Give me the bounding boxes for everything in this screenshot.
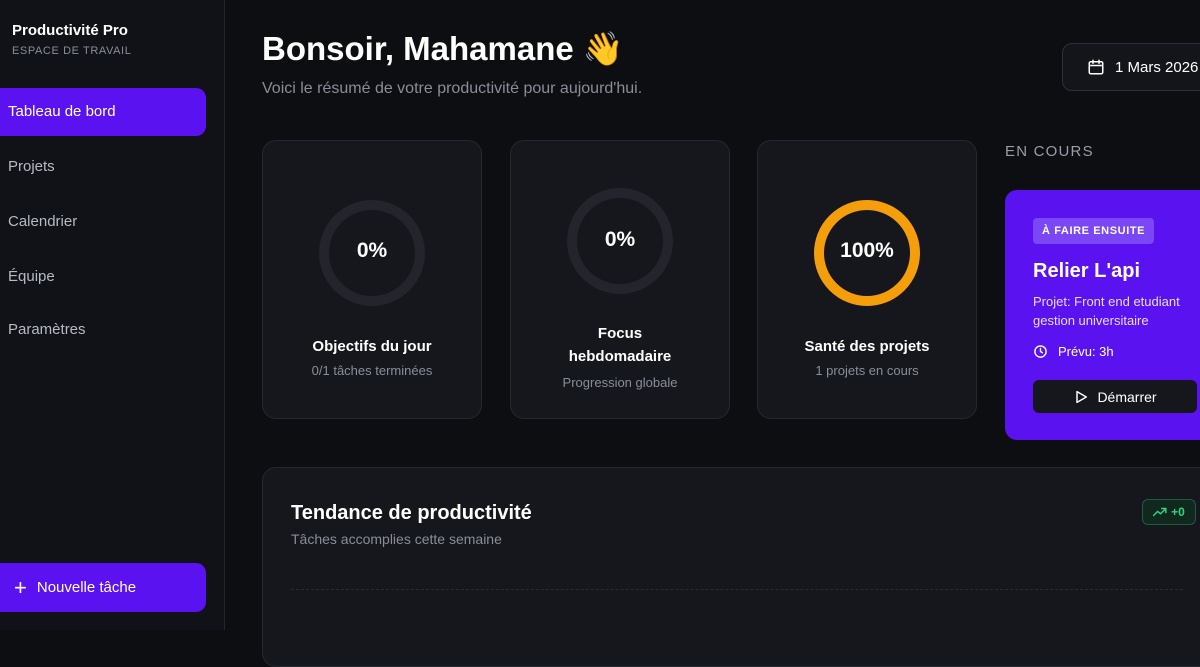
date-label: 1 Mars 2026: [1115, 58, 1199, 76]
stat-title: Objectifs du jour: [312, 338, 432, 355]
clock-icon: [1034, 345, 1047, 358]
new-task-button[interactable]: + Nouvelle tâche: [0, 563, 206, 612]
stat-title: Santé des projets: [804, 338, 930, 355]
stat-subtitle: 1 projets en cours: [815, 363, 919, 378]
progress-value: 0%: [604, 228, 636, 251]
task-title: Relier L'api: [1033, 260, 1141, 282]
trend-badge-value: +0: [1171, 505, 1185, 519]
calendar-icon: [1088, 59, 1104, 75]
progress-value: 100%: [840, 239, 894, 262]
sidebar-item-settings[interactable]: Paramètres: [0, 306, 206, 354]
stat-title: Focus hebdomadaire: [568, 325, 672, 365]
brand-subtitle: ESPACE DE TRAVAIL: [12, 45, 132, 57]
task-estimate-label: Prévu: 3h: [1058, 344, 1114, 359]
trend-title: Tendance de productivité: [291, 502, 532, 524]
page-subtitle: Voici le résumé de votre productivité po…: [262, 80, 643, 97]
stat-subtitle: 0/1 tâches terminées: [311, 363, 433, 378]
productivity-trend-card: Tendance de productivité Tâches accompli…: [262, 467, 1200, 667]
chart-grid-line: [291, 589, 1183, 590]
status-badge: À FAIRE ENSUITE: [1033, 218, 1155, 244]
play-icon: [1076, 390, 1088, 403]
sidebar-item-calendar[interactable]: Calendrier: [0, 198, 206, 246]
brand-title: Productivité Pro: [12, 22, 128, 39]
stat-card-daily-goals: 0% Objectifs du jour 0/1 tâches terminée…: [262, 140, 482, 419]
current-task-card[interactable]: À FAIRE ENSUITE Relier L'api Projet: Fro…: [1005, 190, 1200, 440]
sidebar-item-dashboard[interactable]: Tableau de bord: [0, 88, 206, 136]
start-label: Démarrer: [1097, 388, 1157, 405]
sidebar: Productivité Pro ESPACE DE TRAVAIL Table…: [0, 0, 225, 630]
start-button[interactable]: Démarrer: [1033, 380, 1197, 413]
page-title: Bonsoir, Mahamane 👋: [262, 30, 625, 67]
stat-subtitle: Progression globale: [562, 375, 678, 390]
trend-badge: +0: [1142, 499, 1196, 525]
stat-card-weekly-focus: 0% Focus hebdomadaire Progression global…: [510, 140, 730, 419]
new-task-label: Nouvelle tâche: [36, 579, 137, 596]
sidebar-item-team[interactable]: Équipe: [0, 253, 206, 301]
task-estimate: Prévu: 3h: [1033, 344, 1114, 359]
stat-card-project-health: 100% Santé des projets 1 projets en cour…: [757, 140, 977, 419]
section-label-in-progress: EN COURS: [1005, 143, 1094, 160]
progress-value: 0%: [356, 239, 388, 262]
task-project: Projet: Front end etudiant gestion unive…: [1033, 294, 1180, 328]
trend-subtitle: Tâches accomplies cette semaine: [291, 531, 502, 547]
trending-up-icon: [1153, 507, 1167, 517]
sidebar-item-projects[interactable]: Projets: [0, 143, 206, 191]
date-button[interactable]: 1 Mars 2026: [1062, 43, 1200, 91]
plus-icon: +: [14, 574, 27, 600]
